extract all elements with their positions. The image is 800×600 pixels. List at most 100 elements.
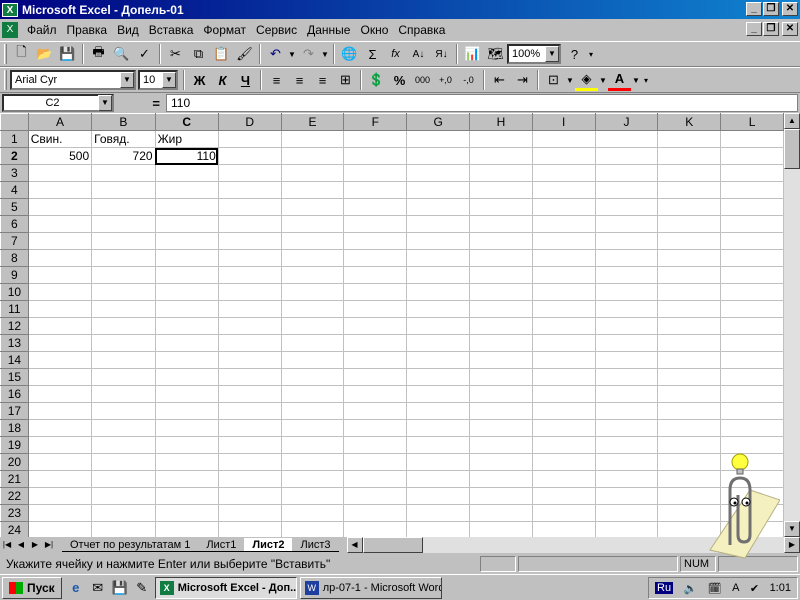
cell-h17[interactable] bbox=[469, 402, 533, 420]
currency-icon[interactable]: 💲 bbox=[365, 69, 388, 91]
cell-d16[interactable] bbox=[217, 385, 282, 403]
cell-g19[interactable] bbox=[406, 436, 471, 454]
cell-e13[interactable] bbox=[280, 334, 345, 352]
cell-i17[interactable] bbox=[531, 402, 596, 420]
cell-e9[interactable] bbox=[280, 266, 345, 284]
cell-a3[interactable] bbox=[27, 164, 93, 182]
cell-a16[interactable] bbox=[27, 385, 93, 403]
font-color-dropdown-icon[interactable]: ▼ bbox=[631, 69, 641, 91]
cell-f5[interactable] bbox=[343, 198, 408, 216]
cell-e14[interactable] bbox=[280, 351, 345, 369]
row-header[interactable]: 21 bbox=[0, 470, 29, 488]
cell-a21[interactable] bbox=[27, 470, 93, 488]
cell-a24[interactable] bbox=[27, 521, 93, 537]
chevron-down-icon[interactable]: ▼ bbox=[120, 72, 134, 88]
cell-a5[interactable] bbox=[27, 198, 93, 216]
cell-h23[interactable] bbox=[469, 504, 533, 522]
cell-b10[interactable] bbox=[91, 283, 156, 301]
cell-l5[interactable] bbox=[720, 198, 784, 216]
cell-f19[interactable] bbox=[343, 436, 408, 454]
cell-i19[interactable] bbox=[531, 436, 596, 454]
row-header[interactable]: 13 bbox=[0, 334, 29, 352]
cell-f23[interactable] bbox=[343, 504, 408, 522]
cell-i18[interactable] bbox=[531, 419, 596, 437]
cell-l3[interactable] bbox=[720, 164, 784, 182]
cell-j22[interactable] bbox=[594, 487, 659, 505]
cell-k18[interactable] bbox=[657, 419, 722, 437]
cell-g1[interactable] bbox=[406, 130, 471, 148]
sheet-tab[interactable]: Лист1 bbox=[198, 538, 245, 552]
undo-icon[interactable]: ↶ bbox=[264, 43, 287, 65]
cell-c1[interactable]: Жир bbox=[154, 130, 219, 148]
cell-j18[interactable] bbox=[594, 419, 659, 437]
cell-f3[interactable] bbox=[343, 164, 408, 182]
cell-b21[interactable] bbox=[91, 470, 156, 488]
cell-i9[interactable] bbox=[531, 266, 596, 284]
scroll-left-icon[interactable]: ◀ bbox=[346, 537, 363, 553]
cell-f7[interactable] bbox=[343, 232, 408, 250]
cell-k13[interactable] bbox=[657, 334, 722, 352]
cell-g10[interactable] bbox=[406, 283, 471, 301]
zoom-select[interactable]: 100% ▼ bbox=[507, 44, 561, 64]
cell-e21[interactable] bbox=[280, 470, 345, 488]
cell-c24[interactable] bbox=[154, 521, 219, 537]
row-header[interactable]: 11 bbox=[0, 300, 29, 318]
volume-icon[interactable]: 🔈 bbox=[684, 582, 698, 595]
cell-a8[interactable] bbox=[27, 249, 93, 267]
cell-j12[interactable] bbox=[594, 317, 659, 335]
cell-e2[interactable] bbox=[280, 147, 345, 165]
cell-h15[interactable] bbox=[469, 368, 533, 386]
column-header-e[interactable]: E bbox=[280, 113, 345, 131]
cell-h3[interactable] bbox=[469, 164, 533, 182]
cell-e15[interactable] bbox=[280, 368, 345, 386]
cell-c6[interactable] bbox=[154, 215, 219, 233]
cell-j1[interactable] bbox=[594, 130, 659, 148]
font-icon[interactable]: A bbox=[732, 582, 739, 594]
cell-l7[interactable] bbox=[720, 232, 784, 250]
cell-c13[interactable] bbox=[154, 334, 219, 352]
sheet-tab[interactable]: Лист2 bbox=[244, 538, 293, 552]
cell-a4[interactable] bbox=[27, 181, 93, 199]
cell-l15[interactable] bbox=[720, 368, 784, 386]
cell-e20[interactable] bbox=[280, 453, 345, 471]
cell-l8[interactable] bbox=[720, 249, 784, 267]
cell-a12[interactable] bbox=[27, 317, 93, 335]
cell-e3[interactable] bbox=[280, 164, 345, 182]
cell-i23[interactable] bbox=[531, 504, 596, 522]
cell-a20[interactable] bbox=[27, 453, 93, 471]
cell-i24[interactable] bbox=[531, 521, 596, 537]
cell-c9[interactable] bbox=[154, 266, 219, 284]
decrease-indent-icon[interactable]: ⇤ bbox=[488, 69, 511, 91]
sort-ascending-icon[interactable]: A↓ bbox=[407, 43, 430, 65]
scheduler-icon[interactable]: 🗓 bbox=[708, 582, 722, 595]
cell-k15[interactable] bbox=[657, 368, 722, 386]
cell-i8[interactable] bbox=[531, 249, 596, 267]
cell-f8[interactable] bbox=[343, 249, 408, 267]
cell-h13[interactable] bbox=[469, 334, 533, 352]
cell-b16[interactable] bbox=[91, 385, 156, 403]
cell-i2[interactable] bbox=[531, 147, 596, 165]
cell-a11[interactable] bbox=[27, 300, 93, 318]
row-header[interactable]: 16 bbox=[0, 385, 29, 403]
function-wizard-icon[interactable]: fx bbox=[384, 43, 407, 65]
scroll-down-icon[interactable]: ▼ bbox=[784, 521, 800, 537]
cell-d1[interactable] bbox=[217, 130, 282, 148]
row-header[interactable]: 1 bbox=[0, 130, 29, 148]
cell-j21[interactable] bbox=[594, 470, 659, 488]
cell-g8[interactable] bbox=[406, 249, 471, 267]
cell-j8[interactable] bbox=[594, 249, 659, 267]
cell-g16[interactable] bbox=[406, 385, 471, 403]
column-header-h[interactable]: H bbox=[469, 113, 533, 131]
cell-h12[interactable] bbox=[469, 317, 533, 335]
doc-minimize-button[interactable]: _ bbox=[746, 22, 762, 36]
cell-c5[interactable] bbox=[154, 198, 219, 216]
fill-color-dropdown-icon[interactable]: ▼ bbox=[598, 69, 608, 91]
cell-k17[interactable] bbox=[657, 402, 722, 420]
cell-j14[interactable] bbox=[594, 351, 659, 369]
cell-a15[interactable] bbox=[27, 368, 93, 386]
cell-h24[interactable] bbox=[469, 521, 533, 537]
document-icon[interactable]: X bbox=[2, 22, 18, 38]
vertical-scrollbar[interactable]: ▲ ▼ bbox=[784, 113, 800, 537]
scroll-thumb[interactable] bbox=[784, 129, 800, 169]
row-header[interactable]: 8 bbox=[0, 249, 29, 267]
